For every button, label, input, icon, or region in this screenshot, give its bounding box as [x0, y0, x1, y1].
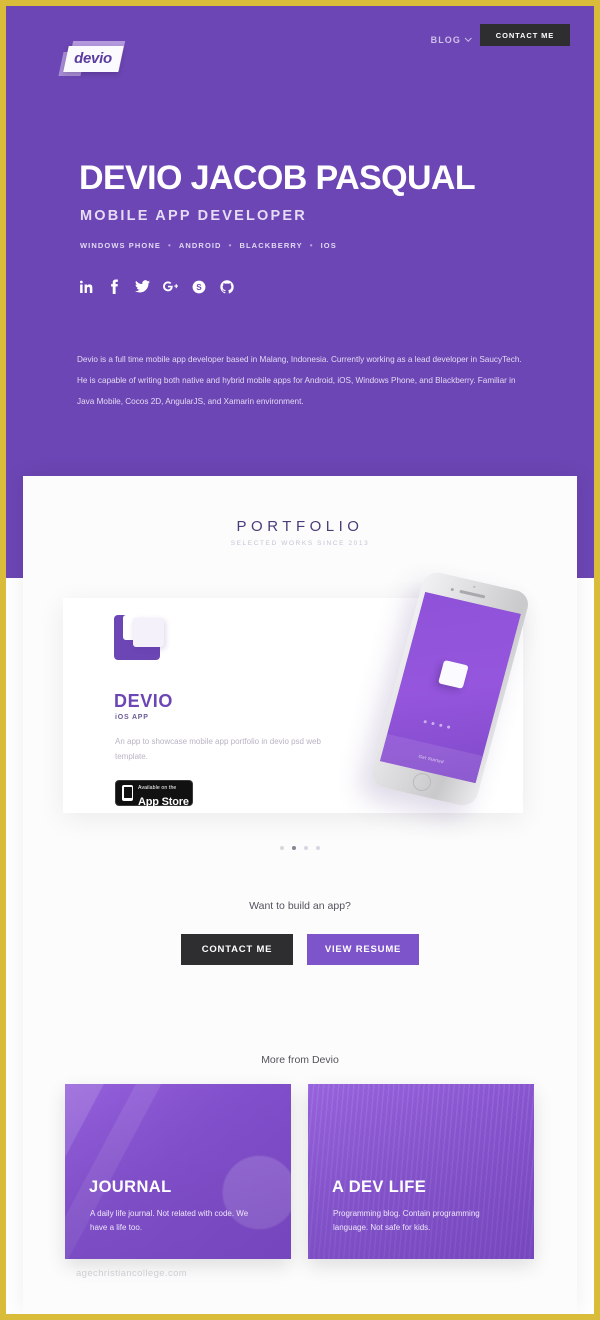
devio-app-icon — [114, 615, 164, 662]
portfolio-card-description: An app to showcase mobile app portfolio … — [115, 737, 321, 761]
screen-dot — [438, 723, 443, 728]
content-panel: PORTFOLIO SELECTED WORKS SINCE 2013 DEVI… — [23, 476, 577, 1314]
watermark: agechristiancollege.com — [76, 1268, 188, 1279]
phone-screen: Get Started — [379, 592, 521, 784]
more-from-devio-heading: More from Devio — [261, 1054, 339, 1066]
top-navigation: devio BLOG CONTACT ME — [6, 24, 594, 76]
facebook-icon[interactable] — [107, 278, 122, 295]
screen-dot — [423, 719, 428, 724]
nav-item-blog[interactable]: BLOG — [430, 34, 472, 45]
phone-screen-label: Get Started — [418, 753, 445, 764]
tag-separator: • — [228, 241, 233, 250]
app-store-badge[interactable]: Available on the App Store — [115, 777, 193, 809]
hero-bio: Devio is a full time mobile app develope… — [77, 355, 522, 406]
googleplus-icon[interactable] — [163, 278, 178, 295]
tag-separator: • — [167, 241, 172, 250]
cta-buttons: CONTACT ME VIEW RESUME — [23, 934, 577, 965]
platform-tag: BLACKBERRY — [239, 241, 303, 250]
cta-view-resume-button[interactable]: VIEW RESUME — [307, 934, 419, 965]
cta-question: Want to build an app? — [249, 900, 351, 912]
skype-icon[interactable]: S — [191, 278, 206, 295]
app-store-badge-text: Available on the App Store — [138, 777, 189, 809]
site-logo[interactable]: devio — [58, 41, 128, 76]
portfolio-heading: PORTFOLIO — [236, 518, 364, 535]
nav-blog-label: BLOG — [430, 35, 461, 45]
linkedin-icon[interactable] — [79, 278, 94, 295]
phone-home-button — [410, 771, 434, 793]
app-store-big-text: App Store — [138, 796, 189, 808]
portfolio-subheading: SELECTED WORKS SINCE 2013 — [230, 540, 370, 547]
phone-sensor-icon — [472, 585, 476, 589]
blog-card-title: A DEV LIFE — [332, 1178, 427, 1196]
github-icon[interactable] — [219, 278, 234, 295]
tag-separator: • — [309, 241, 314, 250]
cta-contact-me-button[interactable]: CONTACT ME — [181, 934, 293, 965]
portfolio-card-title: DEVIO — [114, 691, 174, 711]
platform-tag: ANDROID — [178, 241, 222, 250]
platform-tag: WINDOWS PHONE — [80, 241, 161, 250]
blog-card-a-dev-life[interactable]: A DEV LIFE Programming blog. Contain pro… — [308, 1084, 534, 1259]
blog-card-description: A daily life journal. Not related with c… — [90, 1209, 249, 1232]
nav-contact-me-button[interactable]: CONTACT ME — [480, 24, 570, 46]
app-store-small-text: Available on the — [138, 785, 177, 791]
screen-dot — [431, 721, 435, 726]
blog-card-description: Programming blog. Contain programming la… — [333, 1209, 480, 1232]
hero-platform-tags: WINDOWS PHONE • ANDROID • BLACKBERRY • IOS — [80, 241, 337, 250]
logo-text: devio — [74, 50, 112, 67]
chevron-down-icon — [464, 34, 472, 42]
svg-text:S: S — [196, 282, 202, 291]
phone-mockup: Get Started — [368, 564, 548, 874]
carousel-dot-2[interactable] — [292, 846, 296, 850]
page-frame: devio BLOG CONTACT ME DEVIO JACOB PASQUA… — [6, 6, 594, 1314]
hero-subtitle: MOBILE APP DEVELOPER — [80, 208, 307, 224]
blog-card-title: JOURNAL — [89, 1178, 172, 1196]
blog-cards: JOURNAL A daily life journal. Not relate… — [65, 1084, 535, 1259]
twitter-icon[interactable] — [135, 278, 150, 295]
carousel-pagination — [23, 846, 577, 850]
hero-title: DEVIO JACOB PASQUAL — [79, 159, 476, 197]
blog-card-journal[interactable]: JOURNAL A daily life journal. Not relate… — [65, 1084, 291, 1259]
social-links: S — [79, 278, 234, 295]
phone-camera-icon — [450, 587, 455, 592]
app-icon-square — [133, 618, 164, 647]
carousel-dot-1[interactable] — [280, 846, 284, 850]
carousel-dot-4[interactable] — [316, 846, 320, 850]
phone-icon — [122, 785, 133, 801]
carousel-dot-3[interactable] — [304, 846, 308, 850]
phone-speaker — [459, 589, 486, 599]
portfolio-card-kicker: iOS APP — [115, 714, 149, 721]
platform-tag: IOS — [320, 241, 337, 250]
iphone-device: Get Started — [368, 569, 532, 809]
